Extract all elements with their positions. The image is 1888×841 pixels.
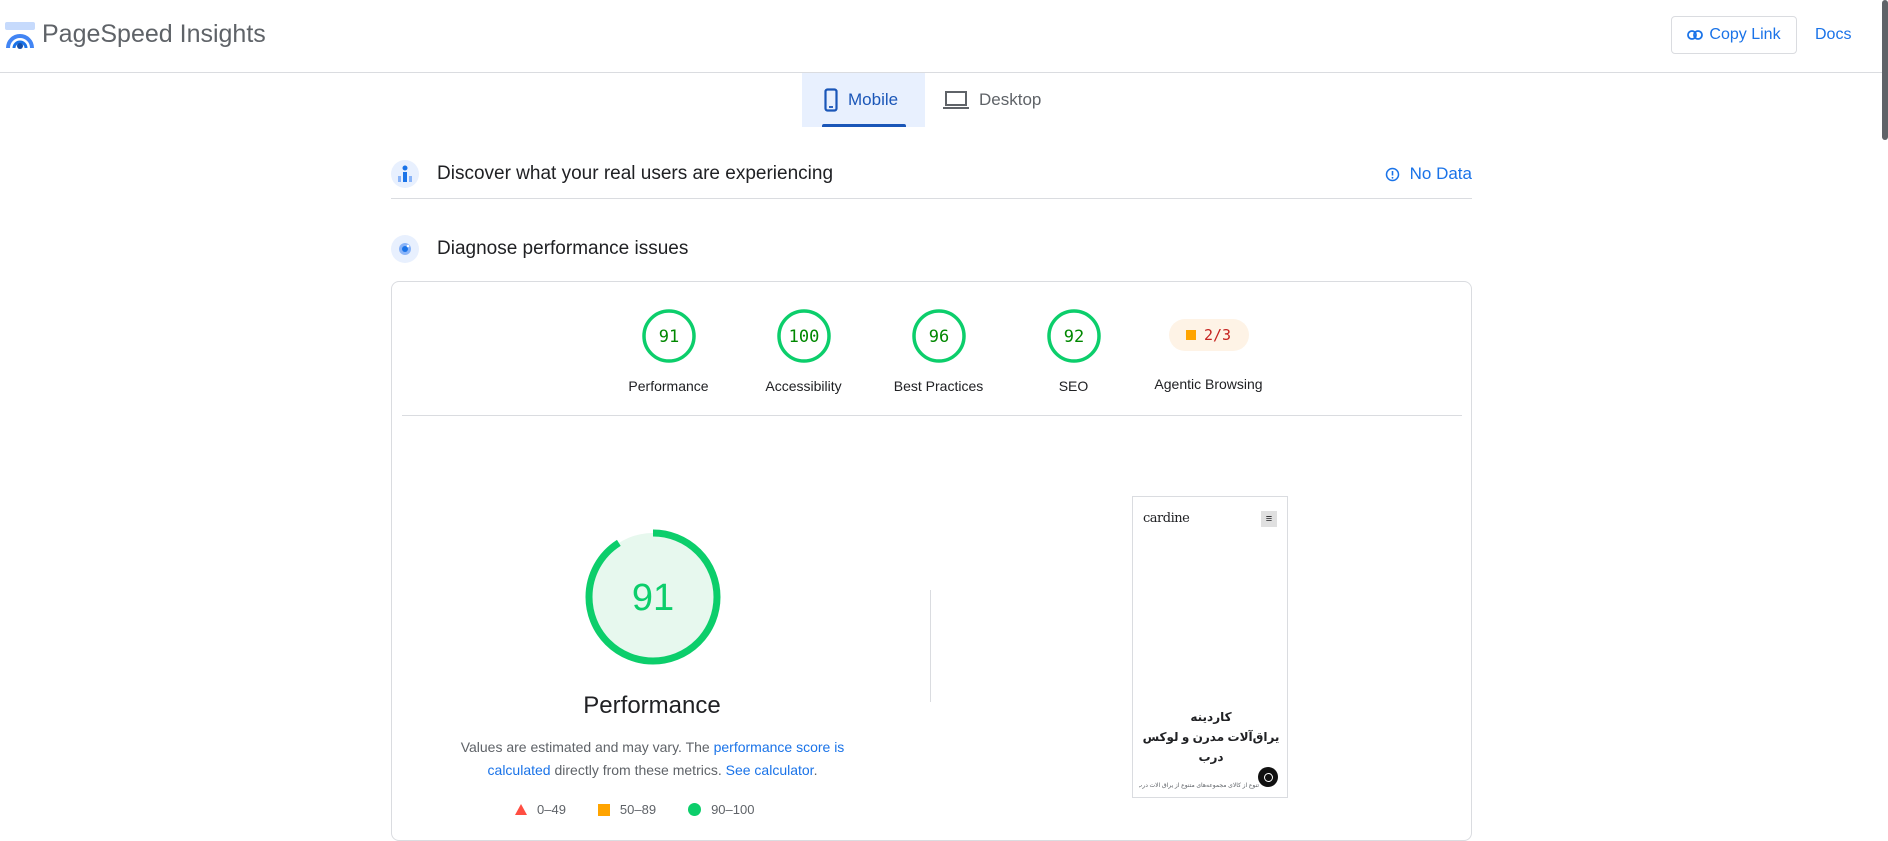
diagnose-title: Diagnose performance issues [437, 238, 689, 259]
preview-hero-subtitle: تنوع از کالای مجموعه‌های متنوع از یراق آ… [1139, 783, 1259, 789]
docs-link[interactable]: Docs [1815, 26, 1851, 44]
scrollbar-thumb[interactable] [1882, 0, 1888, 140]
smartphone-icon [824, 88, 838, 112]
no-data-label: No Data [1409, 164, 1472, 183]
agentic-badge: 2/3 [1168, 319, 1249, 351]
hamburger-menu-icon: ≡ [1261, 511, 1277, 527]
average-square-icon [1185, 330, 1196, 340]
tab-desktop[interactable]: Desktop [943, 73, 1073, 127]
link-icon [1687, 30, 1704, 40]
see-calculator-link[interactable]: See calculator [726, 762, 814, 778]
preview-hero-text: کاردینه یراق‌آلات مدرن و لوکس درب [1133, 707, 1287, 767]
performance-big-score: 91 [632, 577, 674, 619]
app-title[interactable]: PageSpeed Insights [42, 20, 266, 49]
gauge-accessibility[interactable]: 100 Accessibility [736, 308, 871, 394]
tab-desktop-label: Desktop [979, 90, 1042, 109]
performance-note: Values are estimated and may vary. The p… [430, 736, 875, 782]
hero-line: یراق‌آلات مدرن و لوکس [1142, 730, 1280, 744]
performance-big-label: Performance [583, 692, 721, 719]
lab-target-icon [391, 235, 419, 263]
page-screenshot-preview: cardine ≡ کاردینه یراق‌آلات مدرن و لوکس … [1132, 496, 1288, 798]
category-gauges: 91 Performance 100 Accessibility 96 Best… [601, 308, 1276, 394]
gauge-performance[interactable]: 91 Performance [601, 308, 736, 394]
gauge-agentic-browsing[interactable]: 2/3 Agentic Browsing [1141, 308, 1276, 394]
note-middle: directly from these metrics. [550, 762, 726, 778]
copy-link-button[interactable]: Copy Link [1671, 16, 1797, 54]
top-bar: PageSpeed Insights Copy Link Docs [0, 0, 1888, 73]
fail-triangle-icon [515, 804, 527, 815]
info-icon [1385, 167, 1399, 181]
pass-circle-icon [688, 803, 702, 816]
laptop-icon [943, 91, 969, 109]
legend-average: 50–89 [597, 802, 657, 817]
legend-range: 50–89 [619, 802, 657, 817]
field-data-section: Discover what your real users are experi… [391, 150, 1472, 199]
legend-fail: 0–49 [515, 802, 566, 817]
users-chart-icon [391, 160, 419, 188]
gauge-best-practices[interactable]: 96 Best Practices [871, 308, 1006, 394]
vertical-divider [930, 590, 931, 702]
gauge-score: 100 [788, 327, 819, 347]
note-suffix: . [813, 762, 818, 778]
gauge-ring: 92 [1046, 309, 1101, 363]
gauge-label: Best Practices [893, 378, 984, 394]
gauge-ring: 96 [911, 309, 966, 363]
legend-pass: 90–100 [688, 802, 754, 817]
gauge-score: 92 [1063, 327, 1083, 347]
gauge-ring: 100 [776, 309, 831, 363]
legend-range: 90–100 [711, 802, 755, 817]
gauge-score: 2/3 [1203, 326, 1232, 344]
tab-mobile[interactable]: Mobile [802, 73, 925, 127]
gauge-seo[interactable]: 92 SEO [1006, 308, 1141, 394]
tab-mobile-label: Mobile [848, 90, 899, 109]
preview-brand-logo: cardine [1143, 511, 1190, 526]
diagnose-section: Diagnose performance issues [391, 234, 1472, 264]
gauge-label: SEO [1058, 378, 1089, 394]
chat-bubble-icon [1258, 767, 1278, 787]
note-prefix: Values are estimated and may vary. The [460, 739, 714, 755]
score-legend: 0–49 50–89 90–100 [515, 802, 754, 817]
gauge-label: Accessibility [765, 378, 842, 394]
pagespeed-logo-icon[interactable] [5, 22, 35, 50]
gauge-label: Performance [628, 378, 709, 394]
legend-range: 0–49 [537, 802, 566, 817]
performance-big-gauge: 91 [585, 529, 721, 665]
hero-line: درب [1198, 750, 1224, 764]
copy-link-label: Copy Link [1709, 26, 1781, 43]
gauge-ring: 91 [641, 309, 696, 363]
gauge-label: Agentic Browsing [1154, 376, 1263, 392]
hero-line: کاردینه [1190, 710, 1232, 724]
gauge-score: 96 [928, 327, 948, 347]
tab-mobile-indicator [822, 124, 906, 127]
card-divider [402, 415, 1462, 416]
gauge-score: 91 [658, 327, 678, 347]
no-data-link[interactable]: No Data [1385, 164, 1472, 184]
field-data-title: Discover what your real users are experi… [437, 163, 834, 184]
